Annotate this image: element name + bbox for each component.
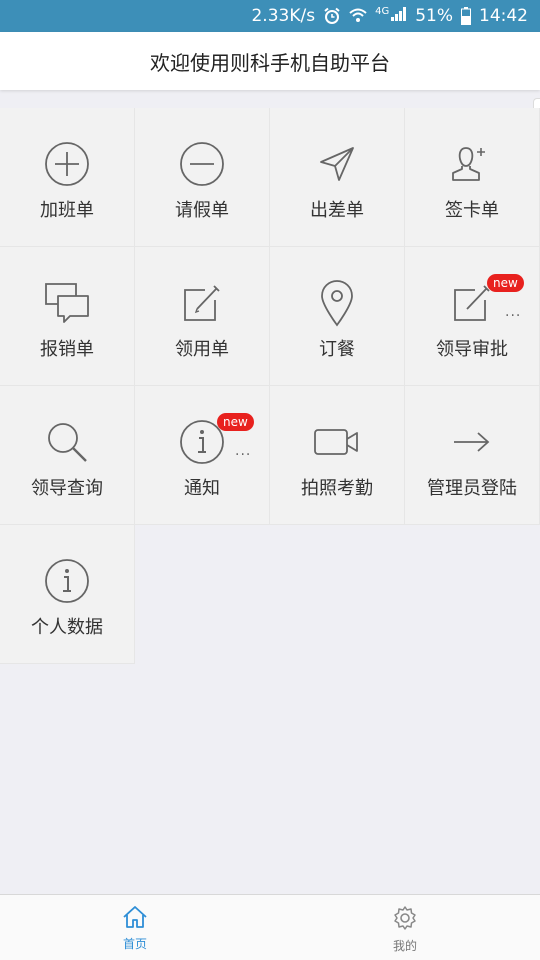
search-icon (42, 417, 92, 467)
gear-icon (392, 905, 418, 935)
tile-meal-order[interactable]: 订餐 (270, 247, 405, 386)
tile-label: 领导查询 (31, 478, 103, 499)
location-pin-icon (312, 278, 362, 328)
tile-label: 出差单 (310, 200, 364, 221)
alarm-icon (323, 7, 341, 25)
tile-label: 加班单 (40, 200, 94, 221)
tile-leave[interactable]: 请假单 (135, 108, 270, 247)
user-add-icon (447, 139, 497, 189)
more-dots: ... (235, 443, 252, 459)
page-title: 欢迎使用则科手机自助平台 (150, 50, 390, 75)
tile-notice[interactable]: new ... 通知 (135, 386, 270, 525)
info-circle-icon (42, 556, 92, 606)
plus-circle-icon (42, 139, 92, 189)
tile-business-trip[interactable]: 出差单 (270, 108, 405, 247)
function-grid: 加班单 请假单 出差单 签卡单 报销单 领用单 订餐 new ... 领导审批 … (0, 108, 540, 664)
wifi-icon (349, 8, 367, 24)
video-camera-icon (312, 417, 362, 467)
nav-label-home: 首页 (122, 937, 147, 951)
tile-label: 签卡单 (445, 200, 499, 221)
network-type: 4G (375, 5, 390, 17)
more-dots: ... (505, 304, 522, 320)
clock: 14:42 (479, 6, 528, 26)
arrow-right-icon (447, 417, 497, 467)
tile-label: 拍照考勤 (301, 478, 373, 499)
header: 欢迎使用则科手机自助平台 (0, 32, 540, 90)
signal-icon (391, 6, 407, 26)
new-badge: new (217, 413, 254, 431)
nav-mine[interactable]: 我的 (270, 895, 540, 960)
tile-sign-card[interactable]: 签卡单 (405, 108, 540, 247)
tile-leader-approval[interactable]: new ... 领导审批 (405, 247, 540, 386)
tile-label: 个人数据 (31, 617, 103, 638)
tile-label: 管理员登陆 (427, 478, 517, 499)
tile-label: 报销单 (40, 339, 94, 360)
minus-circle-icon (177, 139, 227, 189)
status-bar: 2.33K/s 4G 51% 14:42 (0, 0, 540, 32)
nav-label-mine: 我的 (392, 939, 417, 953)
tile-photo-attendance[interactable]: 拍照考勤 (270, 386, 405, 525)
network-speed: 2.33K/s (251, 6, 316, 26)
tile-admin-login[interactable]: 管理员登陆 (405, 386, 540, 525)
chat-bubbles-icon (42, 278, 92, 328)
tile-label: 领用单 (175, 339, 229, 360)
nav-home[interactable]: 首页 (0, 895, 270, 960)
tile-leader-query[interactable]: 领导查询 (0, 386, 135, 525)
battery-percent: 51% (415, 6, 453, 26)
home-icon (122, 905, 148, 933)
tile-requisition[interactable]: 领用单 (135, 247, 270, 386)
tile-label: 订餐 (319, 339, 355, 360)
bottom-nav: 首页 我的 (0, 894, 540, 960)
paper-plane-icon (312, 139, 362, 189)
tile-overtime[interactable]: 加班单 (0, 108, 135, 247)
tile-personal-data[interactable]: 个人数据 (0, 525, 135, 664)
new-badge: new (487, 274, 524, 292)
tile-label: 领导审批 (436, 339, 508, 360)
battery-icon (461, 7, 471, 25)
edit-icon (177, 278, 227, 328)
tile-reimbursement[interactable]: 报销单 (0, 247, 135, 386)
tile-label: 请假单 (175, 200, 229, 221)
tile-label: 通知 (184, 478, 220, 499)
